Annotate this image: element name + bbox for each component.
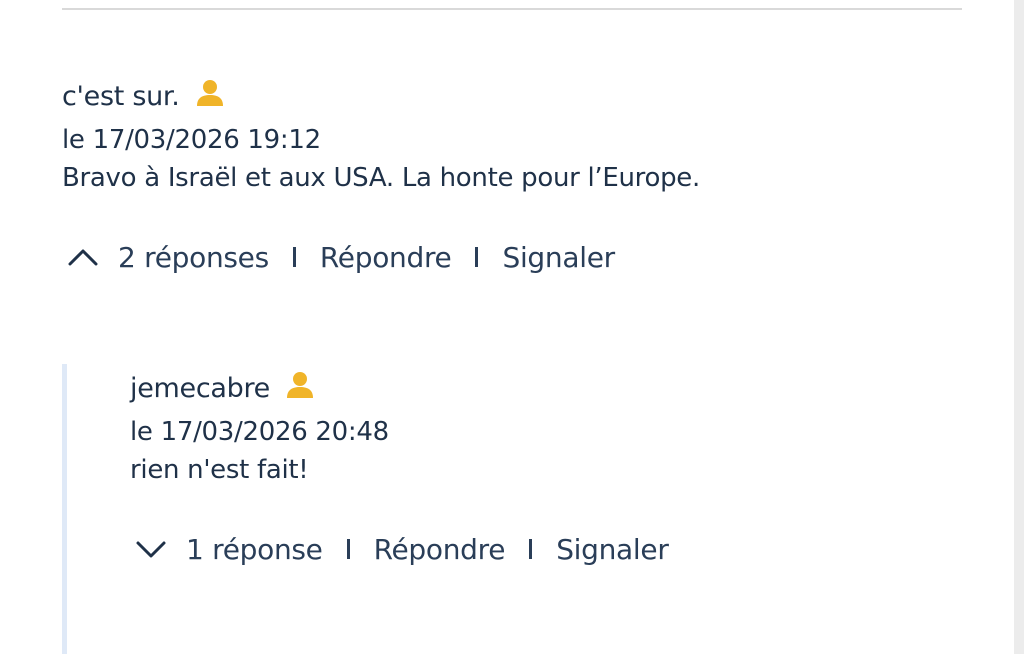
- report-button[interactable]: Signaler: [502, 241, 615, 274]
- report-button[interactable]: Signaler: [556, 533, 669, 566]
- chevron-down-icon[interactable]: [134, 532, 168, 566]
- comment-author[interactable]: c'est sur.: [62, 81, 180, 112]
- replies-toggle-button[interactable]: 1 réponse: [186, 533, 323, 566]
- comment-actions: 2 réponses Répondre Signaler: [62, 240, 962, 274]
- comment-header: c'est sur.: [62, 74, 962, 118]
- user-icon: [194, 77, 226, 109]
- replies-toggle-button[interactable]: 2 réponses: [118, 241, 269, 274]
- separator: [529, 539, 533, 559]
- comment: c'est sur. le 17/03/2026 19:12 Bravo à I…: [62, 74, 962, 274]
- chevron-up-icon[interactable]: [66, 240, 100, 274]
- scrollbar-track[interactable]: [1014, 0, 1024, 654]
- comment-date: le 17/03/2026 20:48: [130, 417, 389, 447]
- comment-text: rien n'est fait!: [130, 455, 309, 485]
- reply-thread-bar: [62, 364, 67, 654]
- comment-actions: 1 réponse Répondre Signaler: [130, 532, 950, 566]
- top-divider: [62, 8, 962, 10]
- reply-comment: jemecabre le 17/03/2026 20:48 rien n'est…: [130, 366, 950, 566]
- separator: [292, 247, 296, 267]
- user-icon: [284, 369, 316, 401]
- separator: [475, 247, 479, 267]
- comment-author[interactable]: jemecabre: [130, 373, 270, 404]
- reply-button[interactable]: Répondre: [320, 241, 452, 274]
- comment-header: jemecabre: [130, 366, 950, 410]
- reply-button[interactable]: Répondre: [374, 533, 506, 566]
- comment-date: le 17/03/2026 19:12: [62, 125, 321, 155]
- comment-text: Bravo à Israël et aux USA. La honte pour…: [62, 163, 700, 193]
- separator: [346, 539, 350, 559]
